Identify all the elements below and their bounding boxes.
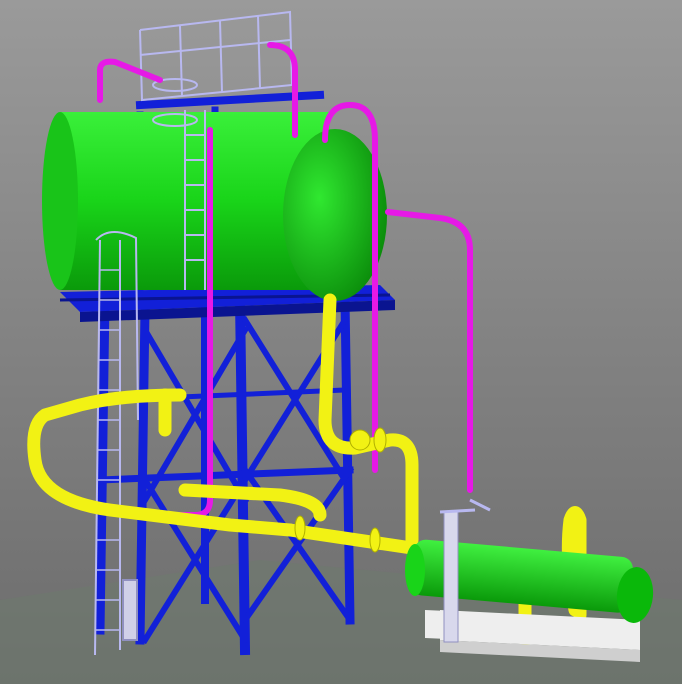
plant-model-canvas[interactable] [0,0,682,684]
3d-viewport[interactable] [0,0,682,684]
horizontal-vessel-drum[interactable] [42,112,387,301]
